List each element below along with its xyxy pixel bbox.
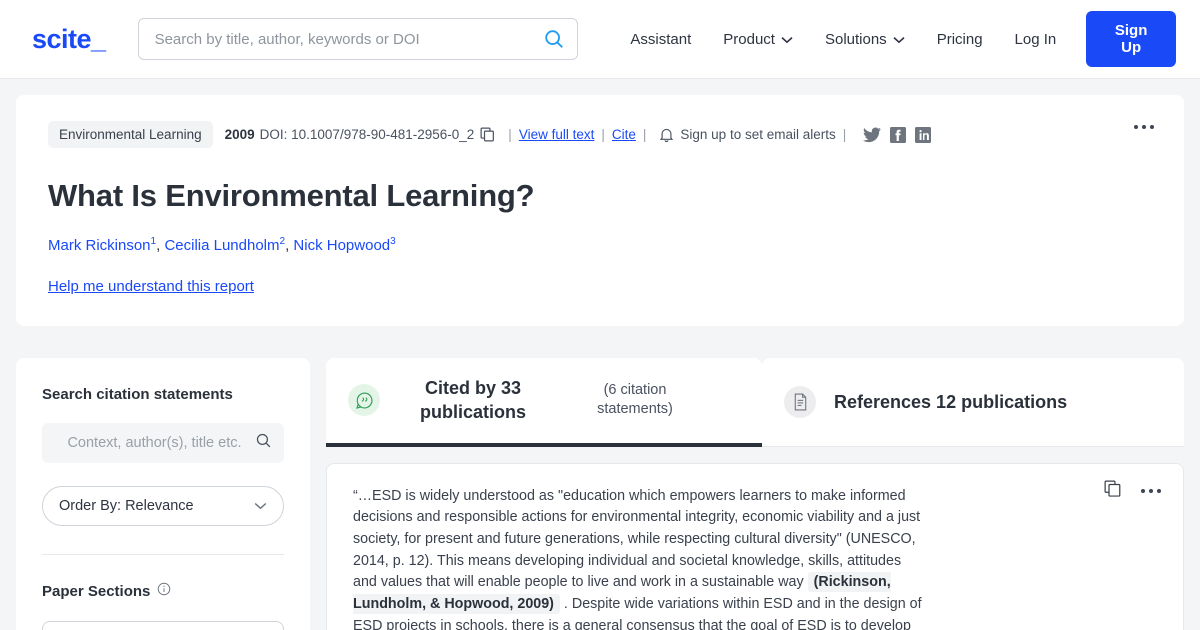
author-list: Mark Rickinson1, Cecilia Lundholm2, Nick… bbox=[48, 236, 1152, 254]
statement-more-options-icon[interactable] bbox=[1137, 485, 1165, 497]
main-nav: Assistant Product Solutions Pricing Log … bbox=[614, 11, 1176, 67]
tab-cited-by[interactable]: Cited by 33 publications (6 citation sta… bbox=[326, 358, 762, 447]
paper-header-section: Environmental Learning 2009 DOI: 10.1007… bbox=[0, 79, 1200, 342]
tab-references-label: References 12 publications bbox=[834, 391, 1068, 412]
linkedin-icon[interactable] bbox=[915, 126, 932, 143]
order-by-value: Order By: Relevance bbox=[59, 498, 194, 514]
nav-label: Solutions bbox=[824, 30, 887, 48]
tab-bar: Cited by 33 publications (6 citation sta… bbox=[326, 358, 1184, 447]
paper-meta-row: Environmental Learning 2009 DOI: 10.1007… bbox=[48, 121, 1152, 148]
search-input[interactable] bbox=[154, 30, 544, 48]
topic-chip[interactable]: Environmental Learning bbox=[48, 121, 213, 148]
email-alerts-text[interactable]: Sign up to set email alerts bbox=[680, 127, 835, 142]
cite-link[interactable]: Cite bbox=[612, 127, 636, 142]
document-icon bbox=[784, 385, 816, 418]
content-area: Search citation statements Order By: Rel… bbox=[0, 358, 1200, 630]
site-header: scite_ Assistant Product Solutions Prici… bbox=[0, 0, 1200, 79]
separator: | bbox=[508, 127, 512, 142]
nav-label: Assistant bbox=[630, 30, 692, 48]
author-name: Cecilia Lundholm bbox=[164, 237, 280, 254]
view-full-text-link[interactable]: View full text bbox=[519, 127, 595, 142]
citation-statement-text: “…ESD is widely understood as "education… bbox=[353, 486, 1033, 630]
paper-sections-label: Paper Sections bbox=[42, 582, 151, 600]
nav-item-pricing[interactable]: Pricing bbox=[921, 31, 999, 48]
scite-logo[interactable]: scite_ bbox=[32, 24, 106, 55]
info-icon[interactable] bbox=[157, 582, 171, 600]
sign-up-button[interactable]: Sign Up bbox=[1086, 11, 1176, 67]
search-icon[interactable] bbox=[543, 28, 565, 50]
sidebar-divider bbox=[42, 554, 284, 555]
nav-item-login[interactable]: Log In bbox=[999, 31, 1073, 48]
main-panel: Cited by 33 publications (6 citation sta… bbox=[326, 358, 1184, 630]
author-name: Mark Rickinson bbox=[48, 237, 151, 254]
page-title: What Is Environmental Learning? bbox=[48, 178, 535, 213]
bell-icon[interactable] bbox=[659, 127, 674, 143]
author-name: Nick Hopwood bbox=[293, 237, 391, 254]
help-understand-report-link[interactable]: Help me understand this report bbox=[48, 278, 254, 295]
author-link[interactable]: Cecilia Lundholm bbox=[164, 237, 279, 254]
tab-cited-by-sublabel: (6 citation statements) bbox=[597, 381, 673, 418]
nav-label: Log In bbox=[1014, 30, 1057, 48]
global-search[interactable] bbox=[137, 18, 579, 60]
paper-sections-select[interactable] bbox=[42, 621, 284, 630]
separator: | bbox=[642, 127, 647, 142]
paper-card: Environmental Learning 2009 DOI: 10.1007… bbox=[16, 95, 1184, 326]
citation-search-field[interactable] bbox=[42, 423, 284, 463]
chevron-down-icon bbox=[254, 498, 267, 514]
citation-statement-card: “…ESD is widely understood as "education… bbox=[326, 462, 1184, 630]
tab-cited-by-label: Cited by 33 publications bbox=[419, 378, 526, 423]
card-tools bbox=[1104, 480, 1165, 502]
nav-label: Pricing bbox=[936, 30, 983, 48]
facebook-icon[interactable] bbox=[890, 126, 907, 143]
nav-item-solutions[interactable]: Solutions bbox=[809, 31, 921, 48]
author-link[interactable]: Mark Rickinson bbox=[48, 237, 151, 254]
chevron-down-icon bbox=[893, 31, 905, 48]
separator: | bbox=[601, 127, 605, 142]
chevron-down-icon bbox=[781, 31, 793, 48]
search-citation-input[interactable] bbox=[54, 435, 255, 451]
search-icon[interactable] bbox=[255, 432, 272, 454]
social-share-group bbox=[863, 126, 932, 143]
copy-icon[interactable] bbox=[1104, 480, 1121, 502]
nav-item-assistant[interactable]: Assistant bbox=[614, 31, 707, 48]
paper-more-options-icon[interactable] bbox=[1128, 119, 1160, 135]
author-link[interactable]: Nick Hopwood bbox=[293, 237, 390, 254]
separator: | bbox=[842, 127, 847, 142]
quote-bubble-icon bbox=[348, 384, 380, 417]
order-by-select[interactable]: Order By: Relevance bbox=[42, 486, 284, 526]
author-affiliation-marker: 3 bbox=[390, 236, 396, 247]
copy-icon[interactable] bbox=[480, 127, 495, 142]
tab-references[interactable]: References 12 publications bbox=[762, 358, 1184, 447]
twitter-icon[interactable] bbox=[863, 127, 882, 143]
sidebar-search-heading: Search citation statements bbox=[42, 386, 233, 403]
paper-sections-heading: Paper Sections bbox=[42, 582, 284, 600]
publication-year: 2009 bbox=[224, 127, 255, 142]
sidebar: Search citation statements Order By: Rel… bbox=[16, 358, 310, 630]
nav-label: Product bbox=[723, 30, 775, 48]
nav-item-product[interactable]: Product bbox=[707, 31, 809, 48]
doi-text: DOI: 10.1007/978-90-481-2956-0_2 bbox=[259, 127, 475, 142]
